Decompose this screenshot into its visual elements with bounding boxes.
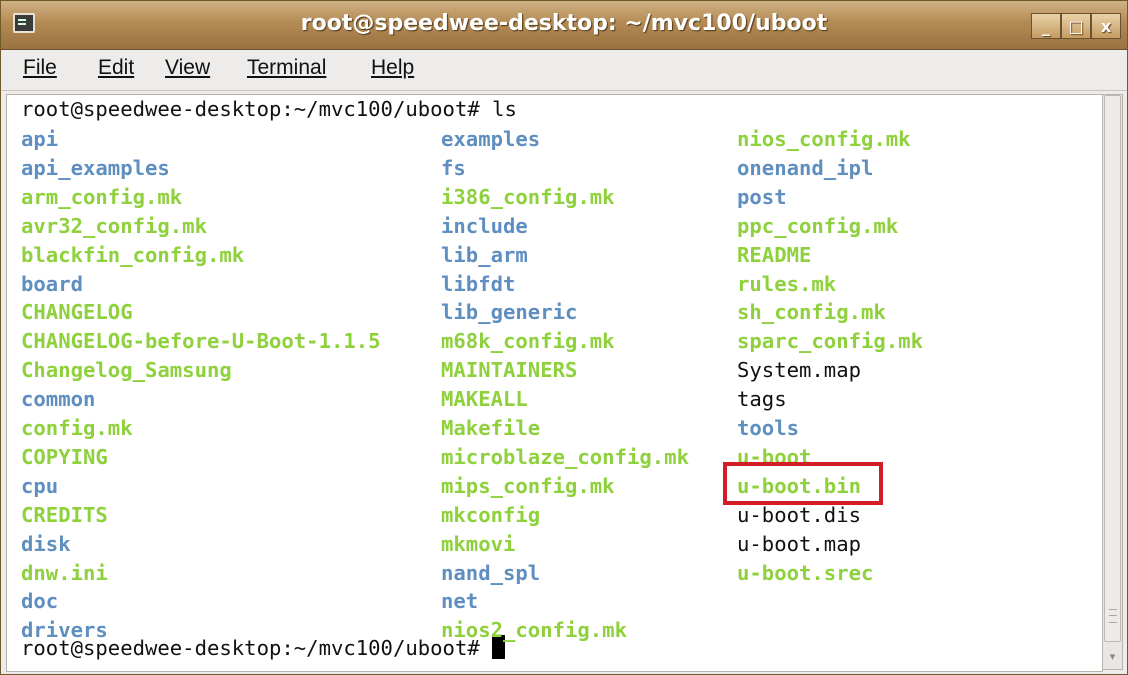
file-entry: common — [21, 387, 96, 412]
file-entry: MAINTAINERS — [441, 358, 578, 383]
menu-help[interactable]: Help — [371, 56, 414, 80]
file-entry: CHANGELOG — [21, 300, 133, 325]
file-entry: MAKEALL — [441, 387, 528, 412]
minimize-button[interactable]: _ — [1031, 13, 1061, 39]
file-entry: libfdt — [441, 271, 516, 296]
file-entry: m68k_config.mk — [441, 329, 615, 354]
menu-terminal-label: Terminal — [247, 56, 327, 79]
file-entry: include — [441, 213, 528, 238]
file-entry: disk — [21, 531, 71, 556]
scroll-down-arrow-icon[interactable]: ▾ — [1104, 646, 1121, 668]
file-entry: CHANGELOG-before-U-Boot-1.1.5 — [21, 329, 381, 354]
terminal-output[interactable]: root@speedwee-desktop:~/mvc100/uboot# ls… — [6, 94, 1103, 672]
scrollbar-thumb[interactable] — [1104, 95, 1121, 642]
file-entry: board — [21, 271, 83, 296]
file-entry: System.map — [737, 358, 861, 383]
file-entry: tools — [737, 416, 799, 440]
menu-terminal[interactable]: Terminal — [247, 56, 326, 80]
close-button[interactable]: x — [1091, 13, 1121, 39]
file-entry: fs — [441, 155, 466, 180]
file-entry: README — [737, 242, 812, 267]
file-entry: Changelog_Samsung — [21, 358, 232, 383]
file-entry: lib_arm — [441, 242, 528, 267]
file-entry: nand_spl — [441, 560, 541, 585]
vertical-scrollbar[interactable]: ▾ — [1102, 94, 1123, 670]
file-entry: ppc_config.mk — [737, 213, 899, 238]
file-entry: lib_generic — [441, 300, 578, 325]
file-entry: nios2_config.mk — [441, 618, 627, 643]
menu-bar: File Edit View Terminal Help — [1, 50, 1127, 91]
file-entry: api_examples — [21, 155, 170, 180]
window-title: root@speedwee-desktop: ~/mvc100/uboot — [300, 11, 828, 36]
file-entry: dnw.ini — [21, 560, 108, 585]
file-entry: u-boot.srec — [737, 560, 874, 585]
scrollbar-grip-icon — [1109, 609, 1117, 623]
file-entry: config.mk — [21, 416, 133, 440]
title-bar[interactable]: root@speedwee-desktop: ~/mvc100/uboot _ … — [1, 1, 1127, 50]
file-entry: onenand_ipl — [737, 155, 874, 180]
file-entry: sh_config.mk — [737, 300, 886, 325]
file-entry: COPYING — [21, 444, 108, 469]
file-entry: tags — [737, 387, 787, 412]
maximize-button[interactable]: □ — [1061, 13, 1091, 39]
file-entry: avr32_config.mk — [21, 213, 207, 238]
file-entry: Makefile — [441, 416, 541, 440]
file-entry: drivers — [21, 618, 108, 643]
menu-edit-label: Edit — [98, 56, 135, 79]
file-entry: post — [737, 184, 787, 209]
file-entry: blackfin_config.mk — [21, 242, 245, 267]
terminal-window: root@speedwee-desktop: ~/mvc100/uboot _ … — [0, 0, 1128, 675]
file-entry: microblaze_config.mk — [441, 444, 689, 469]
menu-help-label: Help — [371, 56, 415, 79]
file-entry: examples — [441, 127, 541, 151]
file-entry: rules.mk — [737, 271, 837, 296]
file-entry: mkconfig — [441, 502, 541, 527]
file-entry: net — [441, 589, 479, 614]
file-entry: arm_config.mk — [21, 184, 183, 209]
file-entry: nios_config.mk — [737, 127, 911, 151]
menu-file-label: File — [23, 56, 57, 79]
file-entry: CREDITS — [21, 502, 108, 527]
file-entry: api — [21, 127, 59, 151]
file-entry: u-boot.map — [737, 531, 861, 556]
file-entry: cpu — [21, 473, 59, 498]
file-entry: i386_config.mk — [441, 184, 615, 209]
file-entry: mips_config.mk — [441, 473, 615, 498]
menu-view-label: View — [165, 56, 211, 79]
file-entry: mkmovi — [441, 531, 516, 556]
file-entry: doc — [21, 589, 59, 614]
highlight-box — [723, 462, 883, 505]
command-line: root@speedwee-desktop:~/mvc100/uboot# ls — [21, 97, 517, 121]
file-entry: sparc_config.mk — [737, 329, 923, 354]
menu-edit[interactable]: Edit — [98, 56, 134, 80]
window-controls: _ □ x — [1031, 13, 1121, 39]
menu-file[interactable]: File — [23, 56, 57, 80]
menu-view[interactable]: View — [165, 56, 210, 80]
